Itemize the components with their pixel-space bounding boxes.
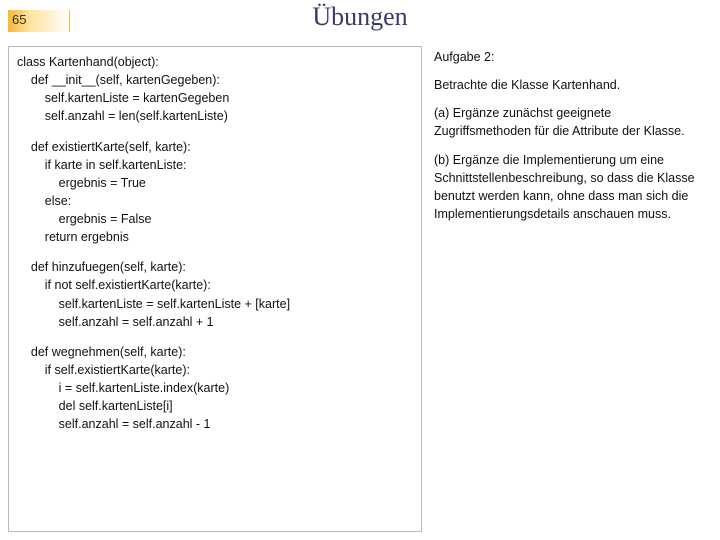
code-line: self.anzahl = len(self.kartenListe) — [17, 107, 413, 125]
code-line: if self.existiertKarte(karte): — [17, 361, 413, 379]
code-line: self.anzahl = self.anzahl - 1 — [17, 415, 413, 433]
code-block-hinzufuegen: def hinzufuegen(self, karte): if not sel… — [17, 258, 413, 331]
task-heading: Aufgabe 2: — [434, 48, 710, 66]
code-line: return ergebnis — [17, 228, 413, 246]
code-line: if karte in self.kartenListe: — [17, 156, 413, 174]
task-column: Aufgabe 2: Betrachte die Klasse Kartenha… — [432, 46, 712, 532]
code-line: def __init__(self, kartenGegeben): — [17, 71, 413, 89]
page-title: Übungen — [0, 2, 720, 32]
code-line: del self.kartenListe[i] — [17, 397, 413, 415]
code-column: class Kartenhand(object): def __init__(s… — [8, 46, 422, 532]
code-line: if not self.existiertKarte(karte): — [17, 276, 413, 294]
code-line: i = self.kartenListe.index(karte) — [17, 379, 413, 397]
code-line: self.kartenListe = kartenGegeben — [17, 89, 413, 107]
code-line: class Kartenhand(object): — [17, 53, 413, 71]
code-line: def existiertKarte(self, karte): — [17, 138, 413, 156]
code-line: self.kartenListe = self.kartenListe + [k… — [17, 295, 413, 313]
code-line: def hinzufuegen(self, karte): — [17, 258, 413, 276]
slide: { "header": { "page_number": "65", "titl… — [0, 0, 720, 540]
code-block-existiert: def existiertKarte(self, karte): if kart… — [17, 138, 413, 247]
code-line: else: — [17, 192, 413, 210]
code-line: self.anzahl = self.anzahl + 1 — [17, 313, 413, 331]
task-b: (b) Ergänze die Implementierung um eine … — [434, 151, 710, 224]
code-block-class: class Kartenhand(object): def __init__(s… — [17, 53, 413, 126]
header: 65 Übungen — [0, 0, 720, 44]
task-a: (a) Ergänze zunächst geeignete Zugriffsm… — [434, 104, 710, 140]
code-line: ergebnis = True — [17, 174, 413, 192]
code-line: ergebnis = False — [17, 210, 413, 228]
body: class Kartenhand(object): def __init__(s… — [8, 46, 712, 532]
code-block-wegnehmen: def wegnehmen(self, karte): if self.exis… — [17, 343, 413, 434]
task-intro: Betrachte die Klasse Kartenhand. — [434, 76, 710, 94]
code-line: def wegnehmen(self, karte): — [17, 343, 413, 361]
